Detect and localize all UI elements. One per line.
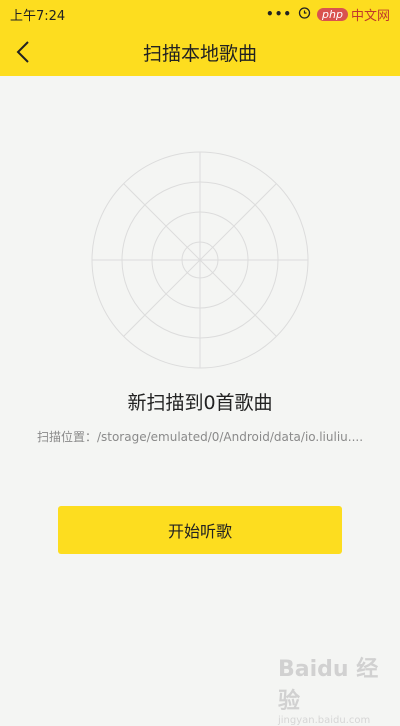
status-time: 上午7:24 bbox=[10, 5, 65, 24]
status-bar: 上午7:24 ••• php 中文网 bbox=[0, 0, 400, 28]
baidu-watermark: Baidu 经验 jingyan.baidu.com bbox=[278, 651, 388, 701]
back-button[interactable] bbox=[6, 34, 42, 70]
php-watermark-text: 中文网 bbox=[351, 5, 390, 24]
page-title: 扫描本地歌曲 bbox=[143, 39, 257, 66]
radar-icon bbox=[90, 150, 310, 370]
alarm-icon bbox=[298, 6, 311, 22]
chevron-left-icon bbox=[14, 40, 34, 64]
php-watermark: php 中文网 bbox=[317, 5, 390, 24]
start-listening-button[interactable]: 开始听歌 bbox=[58, 506, 342, 554]
notification-dots-icon: ••• bbox=[266, 7, 292, 21]
app-header: 扫描本地歌曲 bbox=[0, 28, 400, 76]
scan-location-text: 扫描位置：/storage/emulated/0/Android/data/io… bbox=[0, 428, 400, 445]
baidu-watermark-url: jingyan.baidu.com bbox=[278, 715, 388, 726]
status-icons: ••• php 中文网 bbox=[266, 5, 390, 24]
baidu-watermark-brand: Baidu 经验 bbox=[278, 651, 388, 715]
php-watermark-logo: php bbox=[317, 8, 348, 21]
scan-result-text: 新扫描到0首歌曲 bbox=[0, 388, 400, 415]
